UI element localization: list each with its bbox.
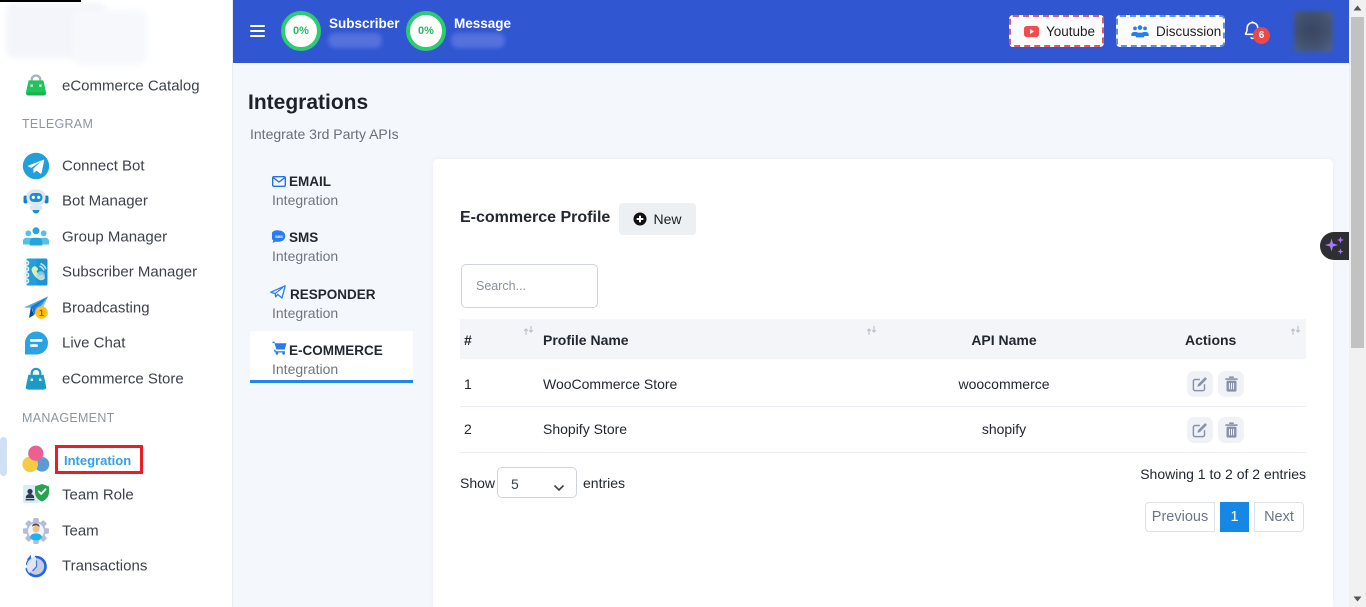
svg-text:1: 1 bbox=[39, 308, 44, 318]
svg-text:SMS: SMS bbox=[275, 235, 283, 239]
